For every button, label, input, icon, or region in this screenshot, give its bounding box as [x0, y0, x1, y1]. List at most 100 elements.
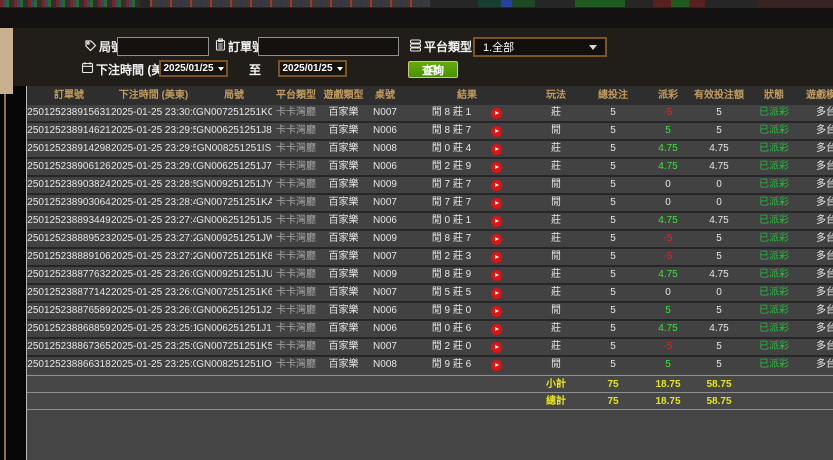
cell-game_type: 百家樂 [328, 143, 359, 154]
side-tab[interactable] [0, 28, 13, 94]
table-row: 250125238877632 2025-01-25 23:26:08 GN0092… [27, 267, 833, 283]
result-text: 閒 2 莊 3 [431, 251, 472, 262]
date-to-picker[interactable]: 2025/01/25 [278, 60, 347, 77]
cell-bet_time: 2025-01-25 23:27:46 [111, 215, 196, 226]
col-header-bet_time: 下注時間 (美東) [118, 90, 189, 101]
cell-result: 閒 0 莊 6 [403, 321, 531, 337]
col-header-order_no: 訂單號 [54, 90, 84, 101]
play-icon[interactable] [491, 269, 503, 281]
cell-valid_bet: 5 [716, 233, 722, 244]
table-row: 250125238866318 2025-01-25 23:25:03 GN0082… [27, 357, 833, 373]
cell-bet_time: 2025-01-25 23:27:23 [111, 233, 196, 244]
round-input[interactable] [117, 37, 209, 56]
cell-round_no: GN007251251KA [196, 197, 272, 208]
platform-select[interactable]: 1.全部 [473, 37, 607, 57]
cell-game_mode: 多台 [816, 251, 833, 262]
play-icon[interactable] [491, 341, 503, 353]
cell-empty [272, 393, 320, 409]
caret-down-icon [217, 66, 224, 71]
cell-order_no: 250125238876589 [27, 305, 111, 316]
cell-total_bet: 5 [610, 197, 616, 208]
top-band [0, 8, 833, 28]
date-to-value: 2025/01/25 [282, 63, 333, 74]
cell-bet_type: 閒 [551, 359, 561, 370]
play-icon[interactable] [491, 125, 503, 137]
cell-total_bet: 5 [610, 215, 616, 226]
cell-status: 已派彩 [759, 179, 789, 190]
cell-order_no: 250125238889106 [27, 251, 111, 262]
order-input[interactable] [258, 37, 399, 56]
grand-total-label: 總計 [546, 396, 566, 407]
cell-game_type: 百家樂 [328, 125, 359, 136]
cell-game_type: 百家樂 [328, 215, 359, 226]
cell-total_bet: 5 [610, 359, 616, 370]
layers-icon [409, 39, 422, 52]
cell-round_no: GN007251251K5 [196, 341, 272, 352]
cell-empty [27, 376, 111, 392]
cell-result: 閒 8 莊 7 [403, 231, 531, 247]
table-row: 250125238889106 2025-01-25 23:27:20 GN0072… [27, 249, 833, 265]
table-row: 250125238893449 2025-01-25 23:27:46 GN0062… [27, 213, 833, 229]
cell-bet_type: 莊 [551, 107, 561, 118]
cell-order_no: 250125238915631 [27, 107, 111, 118]
cell-empty [111, 376, 196, 392]
table-row: 250125238906126 2025-01-25 23:29:07 GN0062… [27, 159, 833, 175]
search-icon [428, 64, 438, 75]
cell-valid_bet: 4.75 [709, 323, 729, 334]
result-text: 閒 8 莊 9 [431, 269, 472, 280]
cell-game_mode: 多台 [816, 305, 833, 316]
cell-payout: 0 [665, 179, 671, 190]
cell-table_no: N007 [373, 197, 397, 208]
search-button[interactable]: 查詢 [408, 61, 458, 78]
grand-total-total-bet: 75 [607, 396, 619, 407]
date-from-value: 2025/01/25 [163, 63, 214, 74]
cell-payout: 5 [665, 305, 671, 316]
cell-valid_bet: 0 [716, 287, 722, 298]
play-icon[interactable] [491, 161, 503, 173]
cell-empty [320, 393, 367, 409]
play-icon[interactable] [491, 179, 503, 191]
play-icon[interactable] [491, 197, 503, 209]
cell-status: 已派彩 [759, 161, 789, 172]
table-row: 250125238914298 2025-01-25 23:29:57 GN0082… [27, 141, 833, 157]
result-text: 閒 7 莊 7 [431, 197, 472, 208]
cell-bet_type: 莊 [551, 215, 561, 226]
cell-table_no: N006 [373, 125, 397, 136]
play-icon[interactable] [491, 107, 503, 119]
play-icon[interactable] [491, 305, 503, 317]
cell-table_no: N006 [373, 323, 397, 334]
cell-total_bet: 5 [610, 233, 616, 244]
play-icon[interactable] [491, 215, 503, 227]
cell-empty [367, 393, 403, 409]
cell-total_bet: 5 [610, 305, 616, 316]
result-text: 閒 0 莊 4 [431, 143, 472, 154]
cell-table_no: N006 [373, 305, 397, 316]
cell-bet_type: 莊 [551, 323, 561, 334]
cell-total_bet: 5 [610, 179, 616, 190]
cell-platform: 卡卡灣廳 [276, 107, 316, 118]
cell-order_no: 250125238866318 [27, 359, 111, 370]
cell-order_no: 250125238877632 [27, 269, 111, 280]
cell-order_no: 250125238903064 [27, 197, 111, 208]
cell-empty [196, 376, 272, 392]
cell-platform: 卡卡灣廳 [276, 215, 316, 226]
subtotal-payout: 18.75 [655, 379, 681, 390]
play-icon[interactable] [491, 359, 503, 371]
cell-game_type: 百家樂 [328, 359, 359, 370]
cell-bet_time: 2025-01-25 23:25:15 [111, 323, 196, 334]
cell-game_mode: 多台 [816, 323, 833, 334]
cell-payout: 5 [665, 359, 671, 370]
play-icon[interactable] [491, 251, 503, 263]
cell-platform: 卡卡灣廳 [276, 269, 316, 280]
result-text: 閒 7 莊 7 [431, 179, 472, 190]
play-icon[interactable] [491, 233, 503, 245]
play-icon[interactable] [491, 287, 503, 299]
play-icon[interactable] [491, 323, 503, 335]
cell-game_mode: 多台 [816, 161, 833, 172]
cell-valid_bet: 5 [716, 341, 722, 352]
cell-result: 閒 9 莊 0 [403, 303, 531, 319]
play-icon[interactable] [491, 143, 503, 155]
date-from-picker[interactable]: 2025/01/25 [159, 60, 228, 77]
cell-bet_type: 莊 [551, 233, 561, 244]
cell-bet_time: 2025-01-25 23:26:05 [111, 287, 196, 298]
